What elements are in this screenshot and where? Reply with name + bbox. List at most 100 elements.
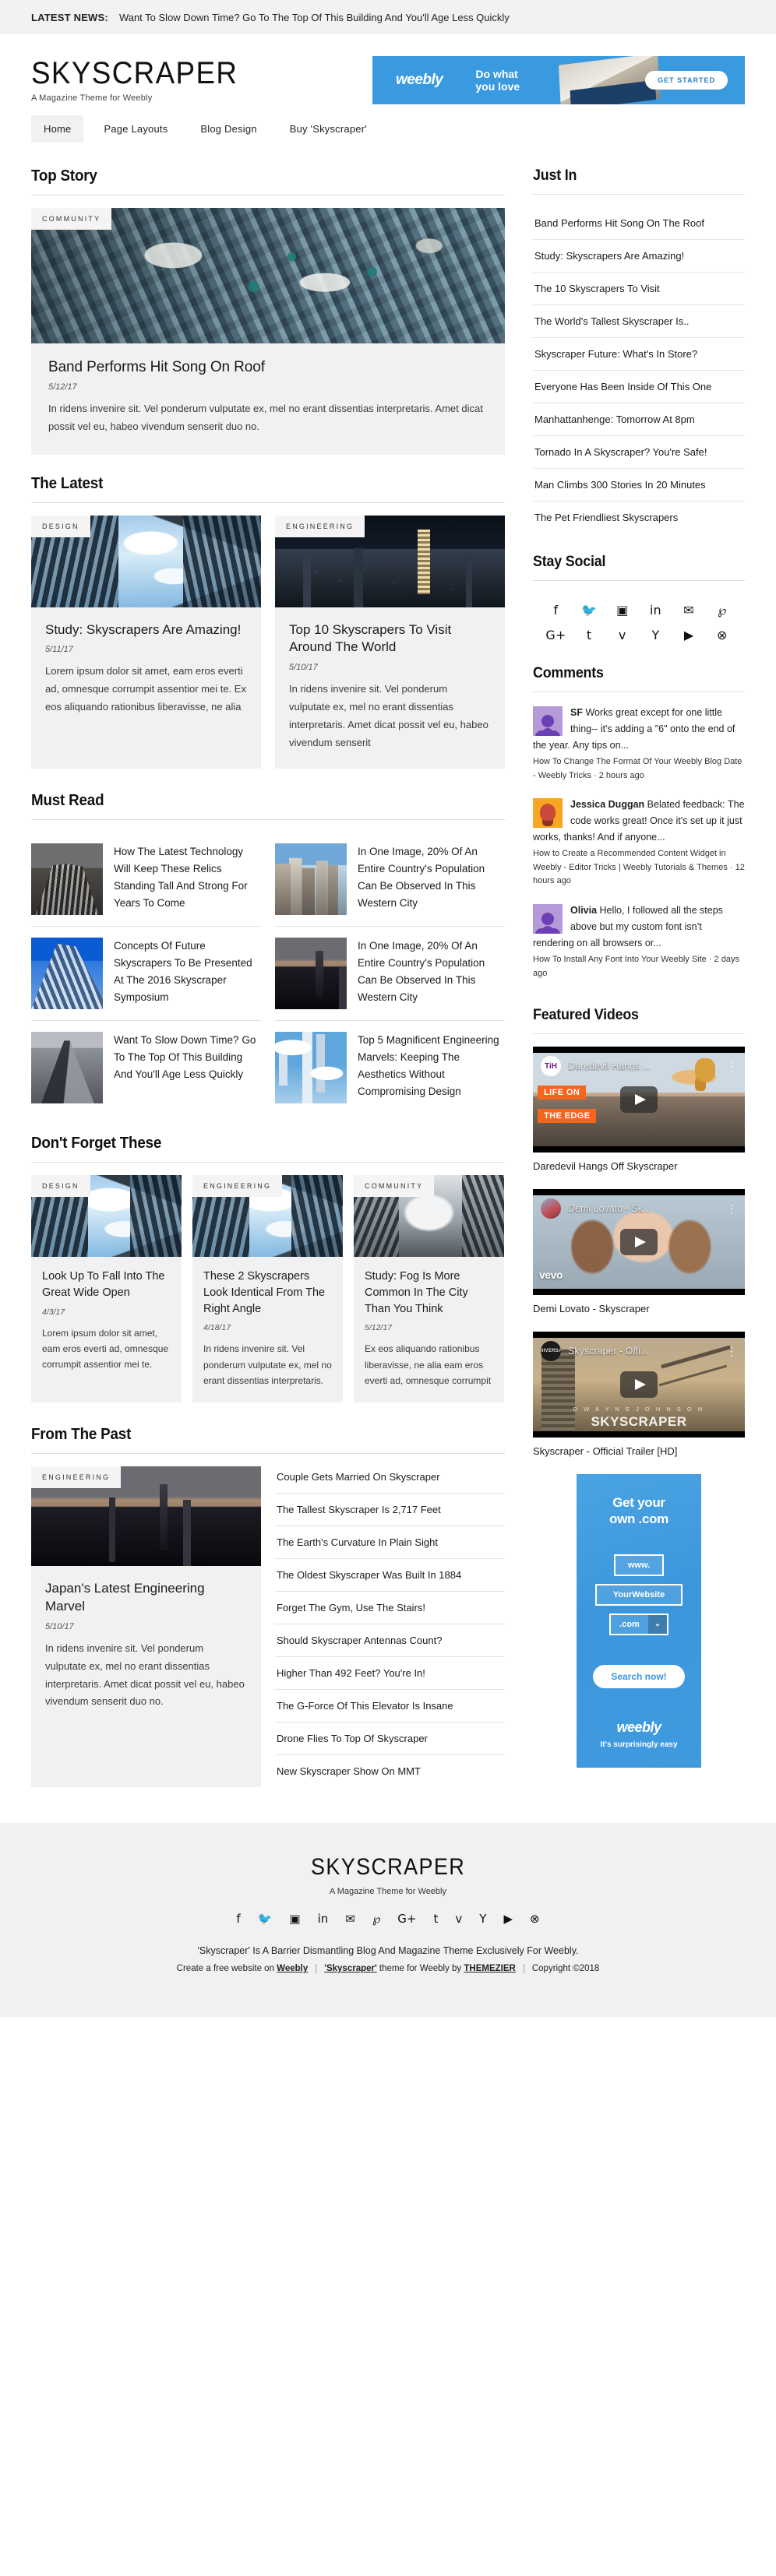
- article-title[interactable]: Top 10 Skyscrapers To Visit Around The W…: [289, 621, 491, 657]
- list-item[interactable]: Higher Than 492 Feet? You're In!: [275, 1657, 505, 1691]
- must-read-item[interactable]: In One Image, 20% Of An Entire Country's…: [275, 832, 505, 927]
- list-item[interactable]: Should Skyscraper Antennas Count?: [275, 1624, 505, 1658]
- weebly-banner-ad[interactable]: weebly Do what you love GET STARTED: [372, 56, 745, 104]
- comment-item[interactable]: Olivia Hello, I followed all the steps a…: [533, 903, 745, 980]
- must-read-item[interactable]: Concepts Of Future Skyscrapers To Be Pre…: [31, 927, 261, 1022]
- tumblr-icon[interactable]: t: [587, 629, 591, 642]
- must-read-title[interactable]: Want To Slow Down Time? Go To The Top Of…: [114, 1032, 261, 1103]
- weebly-link[interactable]: Weebly: [277, 1964, 308, 1973]
- www-prefix-field[interactable]: www.: [614, 1554, 664, 1576]
- must-read-item[interactable]: Top 5 Magnificent Engineering Marvels: K…: [275, 1021, 505, 1114]
- play-button-icon[interactable]: [620, 1371, 658, 1399]
- instagram-icon[interactable]: ▣: [616, 604, 628, 617]
- pinterest-icon[interactable]: ℘: [718, 604, 726, 617]
- must-read-title[interactable]: Top 5 Magnificent Engineering Marvels: K…: [358, 1032, 505, 1103]
- must-read-item[interactable]: How The Latest Technology Will Keep Thes…: [31, 832, 261, 927]
- category-tag[interactable]: ENGINEERING: [275, 515, 365, 537]
- skyscraper-theme-link[interactable]: 'Skyscraper': [324, 1964, 377, 1973]
- list-item[interactable]: Study: Skyscrapers Are Amazing!: [533, 240, 745, 273]
- must-read-title[interactable]: In One Image, 20% Of An Entire Country's…: [358, 938, 505, 1009]
- comment-meta[interactable]: How To Install Any Font Into Your Weebly…: [533, 953, 745, 980]
- list-item[interactable]: The Oldest Skyscraper Was Built In 1884: [275, 1559, 505, 1592]
- play-button-icon[interactable]: [620, 1229, 658, 1256]
- video-caption[interactable]: Daredevil Hangs Off Skyscraper: [533, 1160, 745, 1172]
- must-read-title[interactable]: Concepts Of Future Skyscrapers To Be Pre…: [114, 938, 261, 1009]
- list-item[interactable]: Drone Flies To Top Of Skyscraper: [275, 1723, 505, 1756]
- article-card[interactable]: DESIGN Look Up To Fall Into The Great Wi…: [31, 1175, 182, 1403]
- kebab-menu-icon[interactable]: ⋮: [726, 1061, 737, 1072]
- list-item[interactable]: The Tallest Skyscraper Is 2,717 Feet: [275, 1494, 505, 1527]
- category-tag[interactable]: ENGINEERING: [31, 1466, 122, 1489]
- list-item[interactable]: The 10 Skyscrapers To Visit: [533, 273, 745, 305]
- googleplus-icon[interactable]: G+: [545, 629, 566, 642]
- yahoo-icon[interactable]: Y: [479, 1913, 486, 1925]
- list-item[interactable]: Band Performs Hit Song On The Roof: [533, 207, 745, 240]
- video-caption[interactable]: Skyscraper - Official Trailer [HD]: [533, 1445, 745, 1457]
- dribbble-icon[interactable]: ⊗: [717, 629, 727, 642]
- email-icon[interactable]: ✉: [345, 1913, 355, 1925]
- top-story-card[interactable]: COMMUNITY Band Performs Hit Song On Roof…: [31, 208, 505, 455]
- list-item[interactable]: The Earth's Curvature In Plain Sight: [275, 1526, 505, 1560]
- googleplus-icon[interactable]: G+: [397, 1913, 416, 1925]
- yahoo-icon[interactable]: Y: [651, 629, 659, 642]
- article-card[interactable]: COMMUNITY Study: Fog Is More Common In T…: [354, 1175, 504, 1403]
- list-item[interactable]: New Skyscraper Show On MMT: [275, 1755, 505, 1787]
- article-card[interactable]: ENGINEERING These 2 Skyscrapers Look Ide…: [192, 1175, 343, 1403]
- article-title[interactable]: These 2 Skyscrapers Look Identical From …: [203, 1269, 332, 1317]
- pinterest-icon[interactable]: ℘: [372, 1913, 380, 1925]
- linkedin-icon[interactable]: in: [318, 1913, 329, 1925]
- brand-block[interactable]: SKYSCRAPER A Magazine Theme for Weebly: [31, 58, 256, 103]
- comment-item[interactable]: Jessica Duggan Belated feedback: The cod…: [533, 797, 745, 889]
- list-item[interactable]: Forget The Gym, Use The Stairs!: [275, 1592, 505, 1625]
- nav-item-buy-skyscraper[interactable]: Buy 'Skyscraper': [277, 115, 379, 143]
- nav-item-home[interactable]: Home: [31, 115, 84, 143]
- twitter-icon[interactable]: 🐦: [581, 604, 597, 617]
- category-tag[interactable]: COMMUNITY: [354, 1175, 435, 1198]
- list-item[interactable]: Everyone Has Been Inside Of This One: [533, 371, 745, 403]
- video-item[interactable]: vevo Demi Lovato - Sk... ⋮ Demi Lovato -…: [533, 1189, 745, 1314]
- search-now-button[interactable]: Search now!: [593, 1664, 685, 1688]
- kebab-menu-icon[interactable]: ⋮: [726, 1203, 737, 1214]
- email-icon[interactable]: ✉: [683, 604, 693, 617]
- article-title[interactable]: Study: Fog Is More Common In The City Th…: [365, 1269, 493, 1317]
- facebook-icon[interactable]: f: [236, 1913, 240, 1925]
- play-button-icon[interactable]: [620, 1086, 658, 1114]
- list-item[interactable]: Skyscraper Future: What's In Store?: [533, 338, 745, 371]
- must-read-title[interactable]: How The Latest Technology Will Keep Thes…: [114, 843, 261, 915]
- domain-search-ad[interactable]: Get your own .com www. YourWebsite .com …: [577, 1474, 701, 1768]
- dribbble-icon[interactable]: ⊗: [530, 1913, 540, 1925]
- video-item[interactable]: D W A Y N E J O H N S O N SKYSCRAPER UNI…: [533, 1332, 745, 1457]
- facebook-icon[interactable]: f: [554, 604, 559, 617]
- ticker-headline[interactable]: Want To Slow Down Time? Go To The Top Of…: [119, 12, 510, 23]
- nav-item-page-layouts[interactable]: Page Layouts: [91, 115, 180, 143]
- category-tag[interactable]: COMMUNITY: [31, 208, 112, 230]
- top-story-title[interactable]: Band Performs Hit Song On Roof: [48, 359, 488, 376]
- list-item[interactable]: The World's Tallest Skyscraper Is..: [533, 305, 745, 338]
- article-title[interactable]: Look Up To Fall Into The Great Wide Open: [42, 1269, 171, 1300]
- featured-past-article[interactable]: ENGINEERING Japan's Latest Engineering M…: [31, 1466, 261, 1788]
- must-read-item[interactable]: Want To Slow Down Time? Go To The Top Of…: [31, 1021, 261, 1114]
- vimeo-icon[interactable]: v: [619, 629, 626, 642]
- list-item[interactable]: The G-Force Of This Elevator Is Insane: [275, 1690, 505, 1723]
- vimeo-icon[interactable]: v: [455, 1913, 462, 1925]
- instagram-icon[interactable]: ▣: [289, 1913, 300, 1925]
- linkedin-icon[interactable]: in: [650, 604, 661, 617]
- comment-meta[interactable]: How To Change The Format Of Your Weebly …: [533, 755, 745, 783]
- list-item[interactable]: The Pet Friendliest Skyscrapers: [533, 501, 745, 533]
- article-card[interactable]: DESIGN Study: Skyscrapers Are Amazing! 5…: [31, 515, 261, 769]
- nav-item-blog-design[interactable]: Blog Design: [188, 115, 269, 143]
- list-item[interactable]: Manhattanhenge: Tomorrow At 8pm: [533, 403, 745, 436]
- comment-item[interactable]: SF Works great except for one little thi…: [533, 705, 745, 783]
- kebab-menu-icon[interactable]: ⋮: [726, 1346, 737, 1357]
- must-read-title[interactable]: In One Image, 20% Of An Entire Country's…: [358, 843, 505, 915]
- comment-meta[interactable]: How to Create a Recommended Content Widg…: [533, 847, 745, 889]
- themezier-link[interactable]: THEMEZIER: [464, 1964, 515, 1973]
- must-read-item[interactable]: In One Image, 20% Of An Entire Country's…: [275, 927, 505, 1022]
- twitter-icon[interactable]: 🐦: [258, 1913, 273, 1925]
- list-item[interactable]: Man Climbs 300 Stories In 20 Minutes: [533, 469, 745, 501]
- domain-name-input[interactable]: YourWebsite: [595, 1583, 683, 1606]
- category-tag[interactable]: DESIGN: [31, 1175, 90, 1198]
- tumblr-icon[interactable]: t: [434, 1913, 439, 1925]
- video-player[interactable]: vevo Demi Lovato - Sk... ⋮: [533, 1189, 745, 1296]
- article-title[interactable]: Study: Skyscrapers Are Amazing!: [45, 621, 247, 639]
